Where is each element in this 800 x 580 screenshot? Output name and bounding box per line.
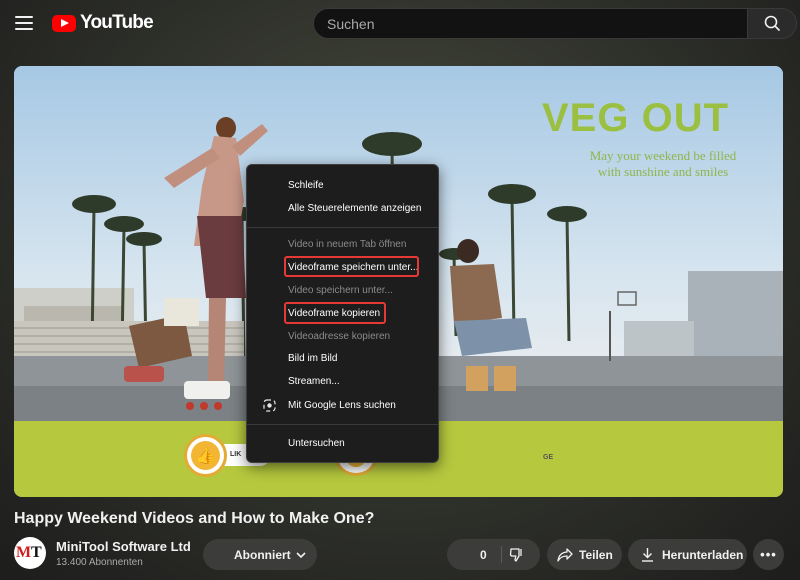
thumbs-down-icon[interactable] [509,547,525,563]
subscribe-button[interactable]: Abonniert [203,539,317,570]
subscribe-label: Abonniert [234,547,291,562]
like-dislike-group: 0 [447,539,540,570]
youtube-logo[interactable]: YouTube [52,12,154,34]
overlay-like-graphic: 👍 [184,434,227,477]
download-button[interactable]: Herunterladen [628,539,747,570]
search-icon [764,15,780,32]
overlay-ge-text: GE [543,454,554,461]
menu-item-inspect[interactable]: Untersuchen [288,438,345,449]
menu-item-open-new-tab[interactable]: Video in neuem Tab öffnen [288,239,406,250]
menu-item-show-controls[interactable]: Alle Steuerelemente anzeigen [288,203,421,214]
chevron-down-icon [296,552,306,559]
more-actions-button[interactable]: ••• [753,539,784,570]
overlay-subtitle-line2: with sunshine and smiles [597,164,729,179]
context-menu: Schleife Alle Steuerelemente anzeigen Vi… [246,164,439,463]
search-box[interactable] [313,8,748,39]
search-input[interactable] [327,15,747,32]
youtube-play-icon [52,14,76,32]
subscriber-count: 13.400 Abonnenten [56,557,143,568]
share-label: Teilen [579,548,613,562]
download-icon [642,548,653,562]
google-lens-icon [263,399,276,412]
overlay-title: VEG OUT [542,96,730,140]
menu-item-copy-video-address[interactable]: Videoadresse kopieren [288,331,390,342]
menu-item-cast[interactable]: Streamen... [288,376,340,387]
menu-item-loop[interactable]: Schleife [288,180,324,191]
menu-separator [247,424,438,425]
share-button[interactable]: Teilen [547,539,622,570]
share-icon [557,548,573,562]
video-title: Happy Weekend Videos and How to Make One… [14,510,375,527]
overlay-subtitle-line1: May your weekend be filled [589,148,737,163]
like-divider [501,546,502,563]
thumbs-up-icon: 👍 [191,441,220,470]
menu-item-google-lens[interactable]: Mit Google Lens suchen [288,400,396,411]
highlight-box-save-frame [284,256,419,277]
channel-name[interactable]: MiniTool Software Ltd [56,539,191,554]
channel-avatar[interactable]: M T [14,537,46,569]
hamburger-menu-icon[interactable] [15,16,33,30]
search-button[interactable] [747,8,797,39]
menu-item-picture-in-picture[interactable]: Bild im Bild [288,353,337,364]
highlight-box-copy-frame [284,302,386,324]
logo-text: YouTube [80,12,154,33]
menu-separator [247,227,438,228]
menu-item-save-video[interactable]: Video speichern unter... [288,285,393,296]
avatar-letter-m: M [16,544,32,561]
avatar-letter-t: T [31,544,42,561]
overlay-subtitle: May your weekend be filled with sunshine… [558,148,768,180]
download-label: Herunterladen [662,548,744,562]
like-count[interactable]: 0 [480,548,487,562]
